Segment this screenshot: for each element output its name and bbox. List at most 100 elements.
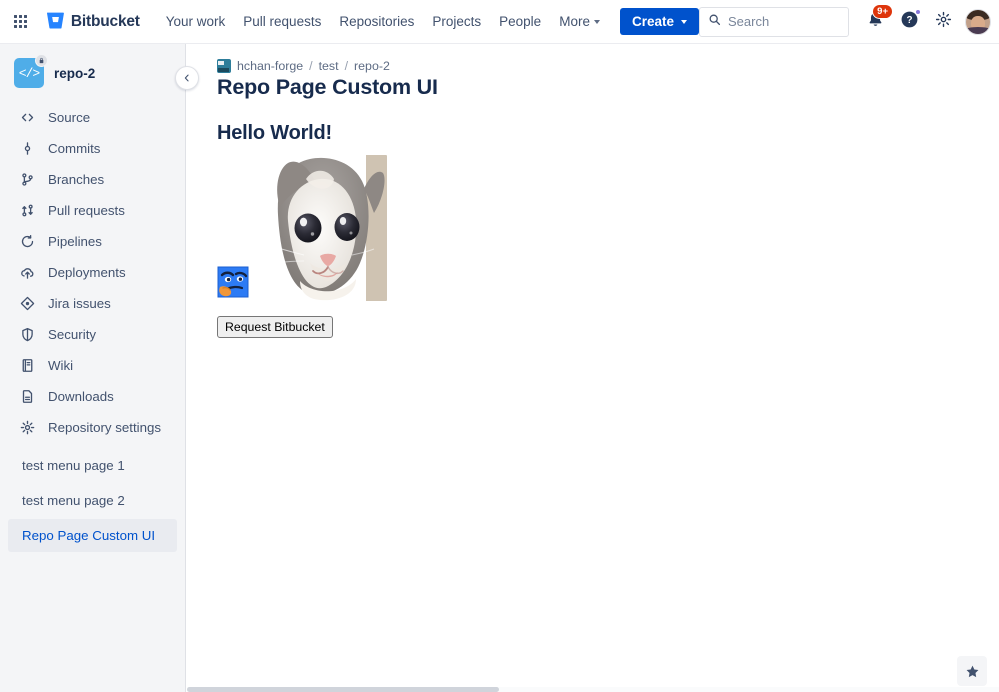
sidebar-nav-items: Source Commits Branches Pull requests Pi… — [0, 102, 185, 443]
sidebar-item-label: Pull requests — [48, 203, 125, 218]
breadcrumb: hchan-forge / test / repo-2 — [187, 44, 999, 73]
sidebar-item-source[interactable]: Source — [0, 102, 177, 133]
bitbucket-logo-icon — [46, 10, 65, 34]
sidebar-item-commits[interactable]: Commits — [0, 133, 177, 164]
breadcrumb-workspace[interactable]: hchan-forge — [237, 59, 303, 73]
sidebar-item-label: Wiki — [48, 358, 74, 373]
branches-icon — [18, 172, 36, 187]
repository-sidebar: </> repo-2 Source Commits Branches Pull … — [0, 44, 186, 692]
avatar-shoulders — [966, 27, 990, 34]
app-switcher-button[interactable] — [6, 6, 36, 38]
sidebar-item-label: Security — [48, 327, 97, 342]
sidebar-item-security[interactable]: Security — [0, 319, 177, 350]
sidebar-collapse-button[interactable] — [175, 66, 199, 90]
lock-icon — [35, 54, 48, 67]
sidebar-item-jira-issues[interactable]: Jira issues — [0, 288, 177, 319]
workspace-avatar-icon — [217, 59, 231, 73]
sidebar-item-label: Jira issues — [48, 296, 111, 311]
breadcrumb-repository[interactable]: repo-2 — [354, 59, 390, 73]
main-nav-links: Your work Pull requests Repositories Pro… — [158, 8, 699, 35]
settings-button[interactable] — [927, 6, 959, 38]
svg-text:?: ? — [906, 15, 912, 26]
nav-label: People — [499, 14, 542, 29]
create-button-label: Create — [631, 14, 674, 29]
bitbucket-home-link[interactable]: Bitbucket — [40, 6, 146, 38]
sidebar-item-label: Branches — [48, 172, 105, 187]
kitten-image-wrapper — [217, 155, 387, 310]
sidebar-item-repository-settings[interactable]: Repository settings — [0, 412, 177, 443]
source-code-icon — [18, 110, 36, 125]
sidebar-item-pipelines[interactable]: Pipelines — [0, 226, 177, 257]
search-box[interactable] — [699, 6, 849, 37]
hello-world-heading: Hello World! — [217, 122, 333, 144]
commits-icon — [18, 141, 36, 156]
repo-code-glyph: </> — [18, 65, 40, 81]
downloads-file-icon — [18, 389, 36, 404]
horizontal-scrollbar-thumb[interactable] — [187, 687, 499, 692]
avatar[interactable] — [965, 8, 991, 35]
nav-repositories[interactable]: Repositories — [331, 8, 422, 35]
top-right-actions: 9+ ? — [699, 3, 999, 38]
jira-issues-icon — [18, 296, 36, 311]
feedback-button[interactable] — [957, 656, 987, 686]
sidebar-item-label: Deployments — [48, 265, 126, 280]
main-content: hchan-forge / test / repo-2 Repo Page Cu… — [187, 44, 999, 692]
kitten-photo — [270, 155, 387, 301]
sidebar-item-label: Repository settings — [48, 420, 162, 435]
notification-badge: 9+ — [872, 3, 893, 19]
sidebar-repo-name: repo-2 — [54, 65, 96, 81]
nav-people[interactable]: People — [491, 8, 549, 35]
page-title: Repo Page Custom UI — [217, 75, 438, 99]
help-notification-dot — [915, 8, 921, 15]
nav-label: Repositories — [339, 14, 415, 29]
sidebar-item-label: Source — [48, 110, 91, 125]
sidebar-item-pull-requests[interactable]: Pull requests — [0, 195, 177, 226]
breadcrumb-project[interactable]: test — [319, 59, 339, 73]
notifications-button[interactable]: 9+ — [859, 3, 893, 38]
breadcrumb-separator: / — [309, 59, 313, 73]
help-button[interactable]: ? — [893, 6, 925, 38]
gear-icon — [18, 420, 36, 435]
brand-name: Bitbucket — [70, 12, 140, 30]
star-feedback-icon — [966, 665, 978, 677]
chevron-left-icon — [184, 74, 189, 82]
sidebar-item-test-menu-page-2[interactable]: test menu page 2 — [8, 484, 177, 517]
security-shield-icon — [18, 327, 36, 342]
chevron-down-icon — [681, 19, 687, 24]
thinking-face-icon — [217, 266, 249, 298]
sidebar-item-label: Downloads — [48, 389, 114, 404]
chevron-down-icon — [593, 19, 600, 24]
sidebar-item-label: Commits — [48, 141, 101, 156]
sidebar-item-repo-page-custom-ui[interactable]: Repo Page Custom UI — [8, 519, 177, 552]
search-icon — [708, 13, 721, 31]
sidebar-custom-pages: test menu page 1 test menu page 2 Repo P… — [0, 449, 185, 552]
deployments-cloud-icon — [18, 265, 36, 280]
sidebar-item-test-menu-page-1[interactable]: test menu page 1 — [8, 449, 177, 482]
sidebar-item-wiki[interactable]: Wiki — [0, 350, 177, 381]
wiki-book-icon — [18, 358, 36, 373]
sidebar-repo-header[interactable]: </> repo-2 — [0, 44, 185, 98]
sidebar-item-downloads[interactable]: Downloads — [0, 381, 177, 412]
sidebar-item-branches[interactable]: Branches — [0, 164, 177, 195]
nav-your-work[interactable]: Your work — [158, 8, 234, 35]
nav-label: More — [559, 14, 590, 29]
nav-label: Pull requests — [243, 14, 322, 29]
gear-icon — [935, 11, 952, 33]
nav-label: Projects — [432, 14, 482, 29]
breadcrumb-separator: / — [344, 59, 349, 73]
create-button[interactable]: Create — [619, 8, 699, 35]
nav-pull-requests[interactable]: Pull requests — [235, 8, 329, 35]
request-bitbucket-button[interactable]: Request Bitbucket — [217, 316, 333, 338]
custom-ui-content: Hello World! Request Bitbucket — [187, 100, 999, 338]
search-input[interactable] — [728, 14, 840, 29]
top-navigation-bar: Bitbucket Your work Pull requests Reposi… — [0, 0, 999, 44]
repository-code-icon: </> — [14, 54, 48, 88]
pipelines-icon — [18, 234, 36, 249]
grid-apps-icon — [14, 15, 28, 28]
nav-label: Your work — [165, 14, 226, 29]
sidebar-item-deployments[interactable]: Deployments — [0, 257, 177, 288]
nav-more[interactable]: More — [551, 8, 608, 35]
sidebar-item-label: Pipelines — [48, 234, 102, 249]
pull-requests-icon — [18, 203, 36, 218]
nav-projects[interactable]: Projects — [424, 8, 489, 35]
